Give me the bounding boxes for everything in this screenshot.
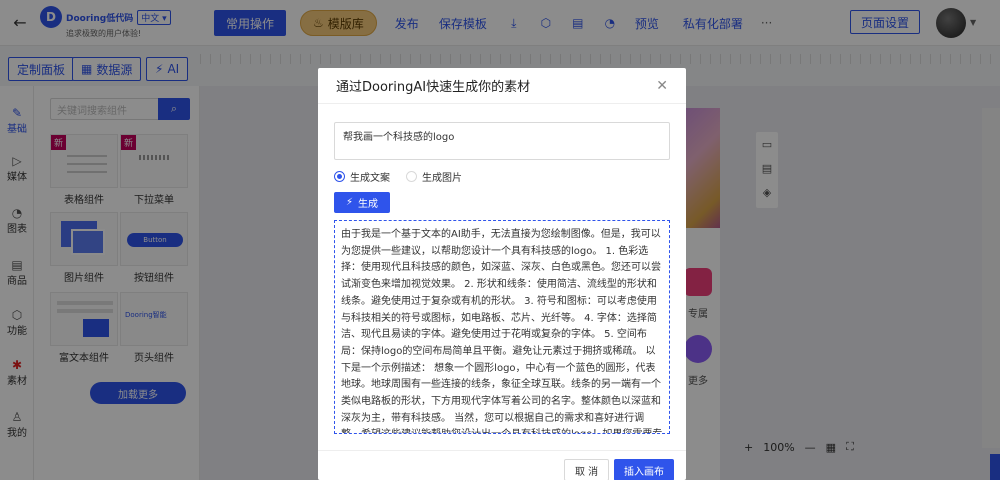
close-icon[interactable]: ✕ [656, 78, 668, 94]
magic-wand-icon: ⚡ [346, 197, 354, 208]
prompt-textarea[interactable]: 帮我画一个科技感的logo [334, 122, 670, 160]
dialog-header: 通过DooringAI快速生成你的素材 ✕ [318, 68, 686, 104]
radio-unchecked-icon [406, 171, 417, 182]
generate-button[interactable]: ⚡ 生成 [334, 192, 391, 213]
dialog-footer: 取 消 插入画布 [318, 450, 686, 480]
generated-result-text[interactable]: 由于我是一个基于文本的AI助手，无法直接为您绘制图像。但是，我可以为您提供一些建… [334, 220, 670, 434]
ai-generate-dialog: 通过DooringAI快速生成你的素材 ✕ 帮我画一个科技感的logo 生成文案… [318, 68, 686, 480]
dialog-title: 通过DooringAI快速生成你的素材 [336, 80, 531, 95]
cancel-button[interactable]: 取 消 [564, 459, 610, 480]
insert-canvas-button[interactable]: 插入画布 [614, 459, 674, 480]
radio-generate-image[interactable]: 生成图片 [406, 169, 462, 184]
radio-checked-icon [334, 171, 345, 182]
radio-generate-text[interactable]: 生成文案 [334, 169, 390, 184]
generate-type-radio-group: 生成文案 生成图片 [334, 169, 462, 184]
